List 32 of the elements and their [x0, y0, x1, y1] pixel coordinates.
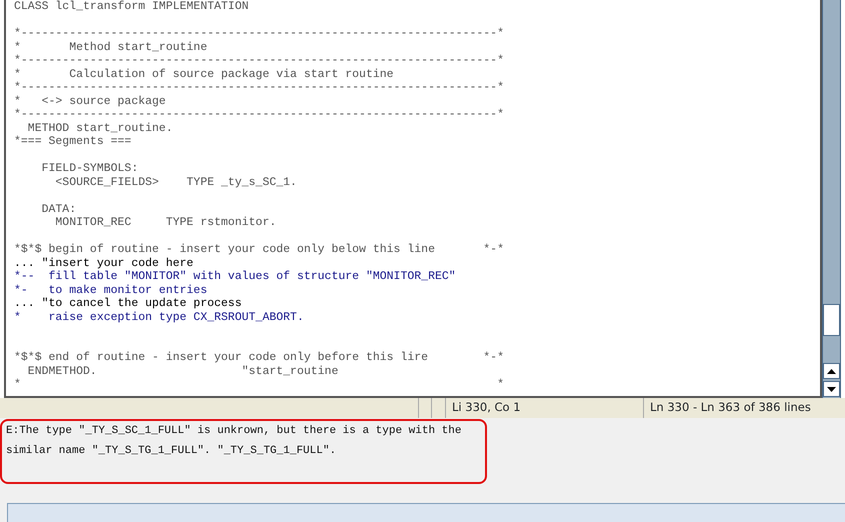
scroll-down-button[interactable] — [823, 381, 840, 397]
code-line: * Calculation of source package via start routine — [14, 68, 394, 80]
code-line: <SOURCE_FIELDS> TYPE _ty_s_SC_1. — [54, 176, 297, 188]
down-arrow-icon — [827, 386, 836, 392]
code-comment-line: *- to make monitor entries — [14, 284, 208, 296]
code-line: ... "to cancel the update process — [14, 297, 242, 310]
code-line: ENDMETHOD. "start_routine — [26, 364, 338, 378]
code-line: * <-> source package — [14, 94, 166, 108]
code-line: *=== Segments === — [14, 135, 132, 148]
cursor-position: Li 330, Co 1 — [452, 399, 521, 416]
code-line: * * — [14, 378, 504, 391]
code-line: MONITOR_REC TYPE rstmonitor. — [54, 216, 276, 229]
code-comment-line: *-- fill table "MONITOR" with values of structure "MONITOR_REC" — [14, 270, 456, 283]
code-line: *$*$ begin of routine - insert your code only below this line *-* — [14, 243, 504, 256]
code-line: ... "insert your code here — [14, 256, 194, 270]
vertical-scrollbar[interactable] — [822, 0, 841, 398]
code-line: DATA: — [40, 202, 76, 216]
code-line: *$*$ end of routine - insert your code only before this lire *-* — [14, 351, 504, 364]
code-line: METHOD start_routine. — [26, 122, 173, 134]
scroll-up-button[interactable] — [823, 363, 840, 379]
code-line: *---------------------------------------------------------------------* — [14, 54, 504, 67]
up-arrow-icon — [827, 368, 836, 374]
code-comment-line: * raise exception type CX_RSROUT_ABORT. — [14, 310, 304, 324]
code-line: *---------------------------------------------------------------------* — [14, 108, 504, 121]
line-range: Ln 330 - Ln 363 of 386 lines — [650, 399, 811, 416]
error-message: E:The type "_TY_S_SC_1_FULL" is unkrown, but there is a type with the similar name "_TY_S_TG_1_FULL". "_TY_S_TG_1_FULL". — [5, 424, 462, 459]
scroll-thumb[interactable] — [823, 304, 840, 336]
code-line: * Method start_routine — [14, 40, 208, 54]
code-line: *---------------------------------------------------------------------* — [14, 81, 504, 94]
code-line: FIELD-SYMBOLS: — [40, 162, 138, 175]
code-line: *---------------------------------------------------------------------* — [14, 27, 504, 40]
code-line: CLASS lcl_transform IMPLEMENTATION — [14, 0, 249, 13]
